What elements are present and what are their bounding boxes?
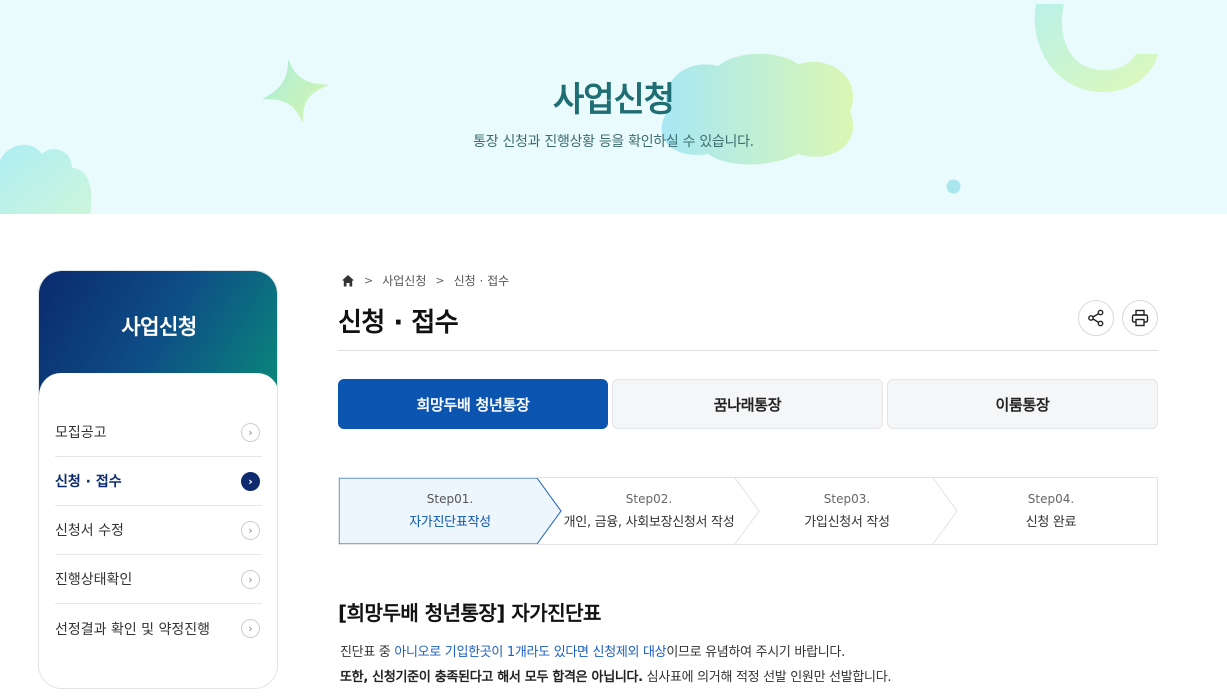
step-label: 신청 완료 (1025, 515, 1077, 530)
notice-text: 이므로 유념하여 주시기 바랍니다. (666, 645, 845, 660)
dot-decoration (946, 179, 961, 194)
chevron-right-icon: > (435, 274, 445, 287)
sidebar-title: 사업신청 (121, 315, 197, 339)
breadcrumb-item-current: 신청 · 접수 (453, 274, 510, 288)
step-number: Step03. (823, 492, 871, 506)
notice-text: 심사표에 의거해 적정 선발 인원만 선발합니다. (642, 670, 892, 685)
step-3: Step03. 가입신청서 작성 (749, 478, 945, 544)
chevron-right-icon: › (241, 619, 260, 638)
notice-highlight: 아니오로 기입한곳이 1개라도 있다면 (394, 645, 589, 660)
chevron-right-icon: › (241, 471, 260, 491)
notice-line-1: 진단표 중 아니오로 기입한곳이 1개라도 있다면 신청제외 대상이므로 유념하… (340, 641, 845, 660)
notice-bold: 또한, 신청기준이 충족된다고 해서 모두 합격은 아닙니다. (340, 670, 643, 685)
share-icon (1088, 309, 1104, 327)
sidebar-item-result-agreement[interactable]: 선정결과 확인 및 약정진행 › (55, 604, 262, 653)
step-2: Step02. 개인, 금융, 사회보장신청서 작성 (549, 478, 749, 544)
step-4: Step04. 신청 완료 (945, 478, 1157, 544)
tab-label: 꿈나래통장 (713, 395, 782, 414)
chevron-right-icon: > (364, 274, 374, 287)
sidebar-item-application[interactable]: 신청 · 접수 › (55, 457, 262, 506)
section-title: [희망두배 청년통장] 자가진단표 (338, 601, 601, 625)
step-number: Step01. (426, 492, 474, 506)
page-title: 신청 · 접수 (338, 308, 459, 338)
home-icon[interactable] (341, 274, 355, 288)
hero-subtitle: 통장 신청과 진행상황 등을 확인하실 수 있습니다. (473, 134, 754, 150)
sidebar-item-label: 신청서 수정 (55, 523, 124, 539)
step-label: 개인, 금융, 사회보장신청서 작성 (563, 515, 735, 530)
sidebar-item-label: 모집공고 (55, 425, 107, 441)
sidebar-menu: 모집공고 › 신청 · 접수 › 신청서 수정 › 진행상태확인 › 선정결과 … (55, 408, 262, 653)
chevron-right-icon: › (241, 422, 260, 442)
tab-dream-account[interactable]: 꿈나래통장 (612, 379, 883, 429)
tab-label: 희망두배 청년통장 (416, 395, 530, 414)
sidebar-item-label: 진행상태확인 (55, 572, 133, 588)
hero-title: 사업신청 (552, 80, 675, 120)
print-button[interactable] (1122, 300, 1158, 336)
sidebar-item-recruitment[interactable]: 모집공고 › (55, 408, 262, 457)
step-1: Step01. 자가진단표작성 (339, 478, 561, 544)
step-number: Step02. (625, 492, 673, 506)
tab-irum-account[interactable]: 이룸통장 (887, 379, 1158, 429)
chevron-right-icon: › (241, 569, 260, 589)
step-indicator: Step01. 자가진단표작성 Step02. 개인, 금융, 사회보장신청서 … (338, 477, 1158, 545)
hero-banner: 사업신청 통장 신청과 진행상황 등을 확인하실 수 있습니다. (0, 0, 1227, 214)
step-label: 가입신청서 작성 (804, 515, 890, 530)
step-number: Step04. (1027, 492, 1075, 506)
breadcrumb: > 사업신청 > 신청 · 접수 (341, 272, 509, 289)
tab-label: 이룸통장 (995, 395, 1050, 414)
sidebar-item-label: 신청 · 접수 (55, 474, 122, 490)
tab-youth-account[interactable]: 희망두배 청년통장 (338, 379, 608, 429)
sidebar-item-label: 선정결과 확인 및 약정진행 (55, 621, 211, 638)
sidebar-item-status-check[interactable]: 진행상태확인 › (55, 555, 262, 604)
breadcrumb-item[interactable]: 사업신청 (382, 272, 426, 289)
sidebar-item-edit-application[interactable]: 신청서 수정 › (55, 506, 262, 555)
chevron-right-icon: › (241, 520, 260, 540)
notice-highlight: 신청제외 대상 (592, 645, 667, 660)
step-label: 자가진단표작성 (409, 515, 491, 530)
notice-text: 진단표 중 (340, 645, 395, 660)
title-divider (338, 350, 1158, 351)
print-icon (1131, 309, 1149, 327)
notice-line-2: 또한, 신청기준이 충족된다고 해서 모두 합격은 아닙니다. 심사표에 의거해… (340, 666, 892, 685)
cloud-decoration-left (0, 145, 92, 214)
share-button[interactable] (1078, 300, 1114, 336)
